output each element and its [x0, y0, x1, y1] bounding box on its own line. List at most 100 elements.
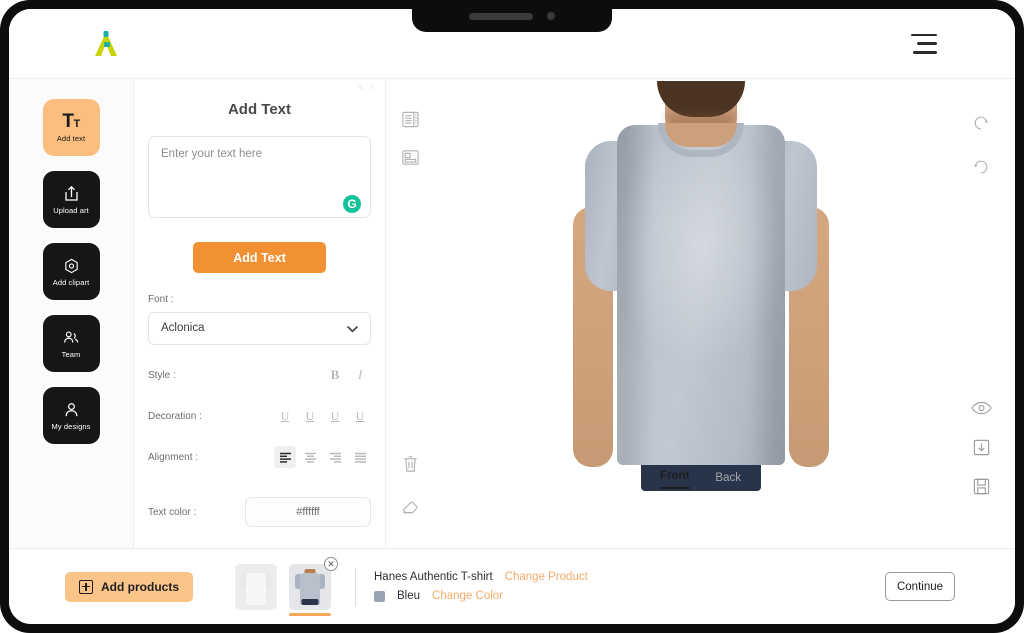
remove-product-icon[interactable]: ✕ — [324, 556, 338, 571]
align-justify-button[interactable] — [349, 446, 371, 468]
align-left-button[interactable] — [274, 446, 296, 468]
decoration-icons: U U U U — [274, 405, 371, 427]
panel-collapse-icon[interactable] — [355, 81, 377, 95]
italic-button[interactable]: I — [349, 364, 371, 386]
camera-dot — [547, 12, 555, 20]
align-center-button[interactable] — [299, 446, 321, 468]
device-frame: TT Add text Upload art Add clipart Team … — [0, 0, 1024, 633]
align-right-icon — [329, 452, 341, 463]
align-left-icon — [279, 452, 291, 463]
redo-icon[interactable] — [969, 155, 993, 179]
tshirt-mockup[interactable]: Front Back — [551, 81, 851, 491]
text-color-label: Text color : — [148, 506, 197, 518]
sidebar-item-label: Add clipart — [52, 277, 90, 287]
tab-front[interactable]: Front — [660, 470, 690, 489]
style-label: Style : — [148, 369, 176, 381]
hamburger-line — [913, 51, 937, 54]
speaker-grille — [469, 12, 533, 20]
decoration-row: Decoration : U U U U — [148, 405, 371, 427]
white-tshirt-thumbnail — [241, 569, 271, 605]
font-select-wrap: Aclonica — [148, 312, 371, 345]
text-input[interactable] — [148, 136, 371, 218]
page-title: Add Text — [227, 101, 292, 118]
plus-box-icon — [79, 579, 93, 594]
view-tabs: Front Back — [660, 470, 741, 489]
save-icon[interactable] — [969, 474, 993, 498]
decoration-label: Decoration : — [148, 410, 202, 422]
product-meta: Hanes Authentic T-shirt Change Product B… — [374, 571, 588, 602]
trash-icon[interactable] — [398, 452, 422, 476]
product-name-row: Hanes Authentic T-shirt Change Product — [374, 571, 588, 583]
product-name: Hanes Authentic T-shirt — [374, 571, 493, 583]
team-icon — [64, 330, 79, 343]
add-products-label: Add products — [101, 579, 179, 594]
undo-icon[interactable] — [969, 111, 993, 135]
overline-button[interactable]: U — [324, 405, 346, 427]
device-notch — [412, 0, 612, 32]
strikethrough-button[interactable]: U — [349, 405, 371, 427]
sidebar-item-label: Add text — [56, 134, 86, 143]
add-text-button[interactable]: Add Text — [193, 242, 326, 273]
product-thumbnail-blue[interactable]: ✕ — [289, 556, 338, 616]
alignment-label: Alignment : — [148, 451, 199, 463]
font-label: Font : — [148, 294, 174, 305]
sidebar-item-add-text[interactable]: TT Add text — [42, 99, 100, 156]
text-color-row: Text color : #ffffff — [148, 497, 371, 527]
layers-icon[interactable] — [398, 107, 422, 131]
tshirt-shading — [616, 125, 785, 465]
canvas-right-bottom-toolbar — [969, 396, 993, 498]
hamburger-line — [916, 42, 937, 45]
tshirt-graphic — [584, 123, 817, 465]
bold-button[interactable]: B — [324, 364, 346, 386]
sidebar-item-add-clipart[interactable]: Add clipart — [42, 243, 100, 300]
add-products-button[interactable]: Add products — [65, 571, 193, 602]
eraser-icon[interactable] — [398, 494, 422, 518]
product-thumbnails: ✕ — [235, 556, 338, 616]
change-color-link[interactable]: Change Color — [432, 590, 503, 602]
text-properties-panel: Add Text G Add Text Font : Aclonica Styl… — [134, 79, 386, 548]
grammarly-icon[interactable]: G — [343, 195, 361, 213]
sidebar-item-upload-art[interactable]: Upload art — [42, 171, 100, 228]
double-underline-button[interactable]: U — [299, 405, 321, 427]
product-color-row: Bleu Change Color — [374, 590, 588, 602]
style-row: Style : B I — [148, 364, 371, 386]
color-name: Bleu — [397, 590, 421, 602]
design-canvas[interactable]: Front Back — [386, 79, 1015, 548]
change-product-link[interactable]: Change Product — [505, 571, 588, 583]
my-designs-icon — [65, 402, 77, 416]
templates-icon[interactable] — [398, 145, 422, 169]
tab-back[interactable]: Back — [715, 472, 741, 489]
hamburger-menu-icon[interactable] — [911, 33, 937, 54]
workspace: TT Add text Upload art Add clipart Team … — [9, 79, 1015, 548]
hamburger-line — [911, 33, 937, 36]
sidebar-item-team[interactable]: Team — [42, 315, 100, 372]
align-justify-icon — [354, 452, 366, 463]
device-screen: TT Add text Upload art Add clipart Team … — [9, 9, 1015, 624]
text-input-wrap: G — [148, 136, 371, 223]
download-icon[interactable] — [969, 435, 993, 459]
text-color-field[interactable]: #ffffff — [245, 497, 371, 527]
color-swatch — [374, 590, 385, 602]
selected-indicator — [289, 612, 331, 616]
product-thumbnail-white[interactable] — [235, 563, 277, 610]
sidebar-item-my-designs[interactable]: My designs — [42, 387, 100, 444]
text-tool-icon: TT — [62, 111, 80, 132]
alignment-row: Alignment : — [148, 446, 371, 468]
bottom-bar: Add products ✕ Hanes Authentic T-shirt C… — [9, 548, 1015, 624]
continue-button[interactable]: Continue — [885, 572, 955, 601]
align-center-icon — [304, 452, 316, 463]
style-icons: B I — [324, 364, 371, 386]
font-select[interactable]: Aclonica — [148, 312, 371, 345]
canvas-right-top-toolbar — [969, 111, 993, 179]
blue-tshirt-thumbnail — [295, 568, 325, 605]
eye-icon[interactable] — [969, 396, 993, 420]
model-figure — [551, 81, 851, 491]
clipart-icon — [64, 258, 78, 273]
canvas-left-bottom-toolbar — [398, 452, 422, 518]
underline-button[interactable]: U — [274, 405, 296, 427]
canvas-left-toolbar — [398, 107, 422, 169]
sidebar-item-label: My designs — [51, 421, 91, 431]
align-right-button[interactable] — [324, 446, 346, 468]
logo-a-icon[interactable] — [89, 27, 123, 61]
upload-icon — [64, 185, 78, 201]
